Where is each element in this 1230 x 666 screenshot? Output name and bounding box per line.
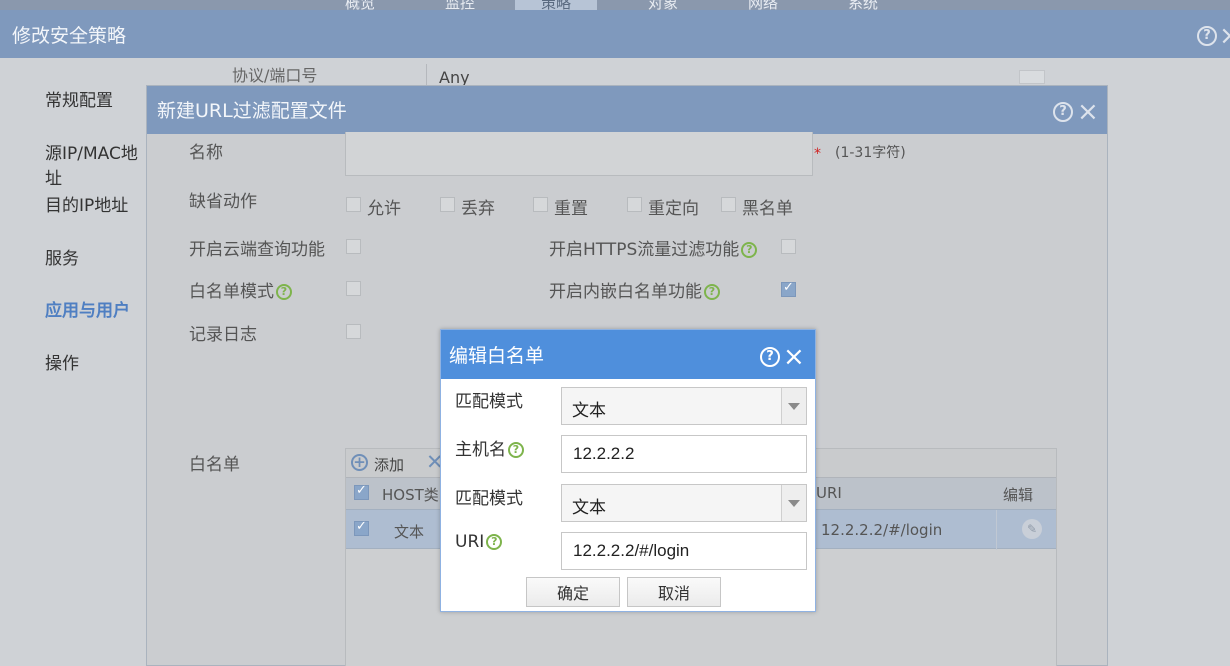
help-icon[interactable]: ? <box>1197 26 1217 46</box>
chevron-down-icon[interactable] <box>1019 70 1045 84</box>
log-checkbox[interactable] <box>346 324 361 339</box>
match-mode-select[interactable]: 文本 <box>561 387 807 425</box>
dialog-title: 编辑白名单 <box>449 345 545 367</box>
help-icon[interactable]: ? <box>276 284 292 300</box>
match-mode-value: 文本 <box>572 401 606 421</box>
required-icon: * <box>814 146 821 162</box>
hostname-label: 主机名? <box>455 435 524 460</box>
whitelist-mode-label: 白名单模式? <box>189 277 292 302</box>
action-drop-checkbox[interactable] <box>440 197 455 212</box>
nav-policy[interactable]: 策略 <box>515 0 598 10</box>
outer-dialog-title: 修改安全策略 <box>12 25 127 47</box>
pencil-icon[interactable]: ✎ <box>1022 519 1042 539</box>
builtin-whitelist-checkbox[interactable] <box>781 280 796 297</box>
cloud-query-checkbox[interactable] <box>346 239 361 254</box>
sidebar-item-app-user[interactable]: 应用与用户 <box>45 296 130 321</box>
match-mode2-select[interactable]: 文本 <box>561 484 807 522</box>
add-icon[interactable]: + <box>351 454 368 471</box>
name-label: 名称 <box>189 143 223 163</box>
edit-whitelist-dialog: 编辑白名单 ? × 匹配模式 文本 主机名? 匹配模式 文本 URI? 确定 取… <box>440 329 816 612</box>
action-reset-checkbox[interactable] <box>533 197 548 212</box>
action-drop-label: 丢弃 <box>461 199 495 219</box>
action-blacklist-checkbox[interactable] <box>721 197 736 212</box>
https-filter-checkbox[interactable] <box>781 239 796 254</box>
mid-dialog-header: 新建URL过滤配置文件 ? × <box>147 86 1107 134</box>
help-icon[interactable]: ? <box>486 534 503 550</box>
column-edit: 编辑 <box>1003 486 1034 504</box>
chevron-down-icon[interactable] <box>781 485 806 521</box>
whitelist-mode-checkbox[interactable] <box>346 281 361 296</box>
match-mode2-value: 文本 <box>572 498 606 518</box>
close-icon[interactable]: × <box>783 344 805 370</box>
row-host-type: 文本 <box>394 523 425 541</box>
outer-sidebar: 常规配置 源IP/MAC地址 目的IP地址 服务 应用与用户 操作 <box>0 58 150 666</box>
sidebar-item-destination[interactable]: 目的IP地址 <box>45 191 128 216</box>
action-redirect-label: 重定向 <box>648 199 699 219</box>
nav-system[interactable]: 系统 <box>848 0 878 10</box>
action-redirect-checkbox[interactable] <box>627 197 642 212</box>
action-allow-checkbox[interactable] <box>346 197 361 212</box>
row-uri: 12.2.2.2/#/login <box>821 521 943 539</box>
dialog-header: 编辑白名单 ? × <box>441 330 815 379</box>
uri-input[interactable] <box>561 532 807 570</box>
close-icon[interactable]: × <box>1077 99 1099 125</box>
log-label: 记录日志 <box>189 325 257 345</box>
chevron-down-icon[interactable] <box>781 388 806 424</box>
sidebar-item-service[interactable]: 服务 <box>45 244 79 269</box>
ok-button[interactable]: 确定 <box>526 577 620 607</box>
match-mode-label: 匹配模式 <box>455 392 523 412</box>
https-filter-label: 开启HTTPS流量过滤功能? <box>549 235 758 260</box>
action-allow-label: 允许 <box>367 199 401 219</box>
hostname-input[interactable] <box>561 435 807 473</box>
whitelist-label: 白名单 <box>189 455 240 475</box>
outer-dialog-header: 修改安全策略 ? × <box>0 10 1230 58</box>
column-host-type: HOST类 <box>382 486 439 504</box>
action-reset-label: 重置 <box>554 199 588 219</box>
sidebar-item-general[interactable]: 常规配置 <box>45 86 113 111</box>
row-checkbox[interactable] <box>354 519 369 536</box>
sidebar-item-action[interactable]: 操作 <box>45 349 79 374</box>
add-button[interactable]: 添加 <box>374 454 404 475</box>
sidebar-item-source[interactable]: 源IP/MAC地址 <box>45 139 150 189</box>
nav-network[interactable]: 网络 <box>748 0 778 10</box>
help-icon[interactable]: ? <box>1053 102 1073 122</box>
help-icon[interactable]: ? <box>741 242 758 258</box>
close-icon[interactable]: × <box>1219 23 1230 49</box>
default-action-label: 缺省动作 <box>189 192 257 212</box>
cancel-button[interactable]: 取消 <box>627 577 721 607</box>
builtin-whitelist-label: 开启内嵌白名单功能? <box>549 277 720 302</box>
mid-dialog-title: 新建URL过滤配置文件 <box>157 100 347 122</box>
nav-monitor[interactable]: 监控 <box>445 0 475 10</box>
column-uri: URI <box>816 484 842 502</box>
cloud-query-label: 开启云端查询功能 <box>189 240 325 260</box>
column-divider <box>996 510 997 550</box>
match-mode2-label: 匹配模式 <box>455 489 523 509</box>
uri-label: URI? <box>455 532 503 552</box>
action-blacklist-label: 黑名单 <box>742 199 793 219</box>
protocol-port-label: 协议/端口号 <box>232 66 318 85</box>
name-hint: (1-31字符) <box>835 145 906 161</box>
help-icon[interactable]: ? <box>704 284 720 300</box>
nav-object[interactable]: 对象 <box>648 0 678 10</box>
nav-overview[interactable]: 概览 <box>345 0 375 10</box>
top-nav: 概览 监控 策略 对象 网络 系统 <box>0 0 1230 10</box>
help-icon[interactable]: ? <box>760 347 780 367</box>
name-input[interactable] <box>345 132 813 176</box>
help-icon[interactable]: ? <box>508 442 524 458</box>
select-all-checkbox[interactable] <box>354 483 369 500</box>
